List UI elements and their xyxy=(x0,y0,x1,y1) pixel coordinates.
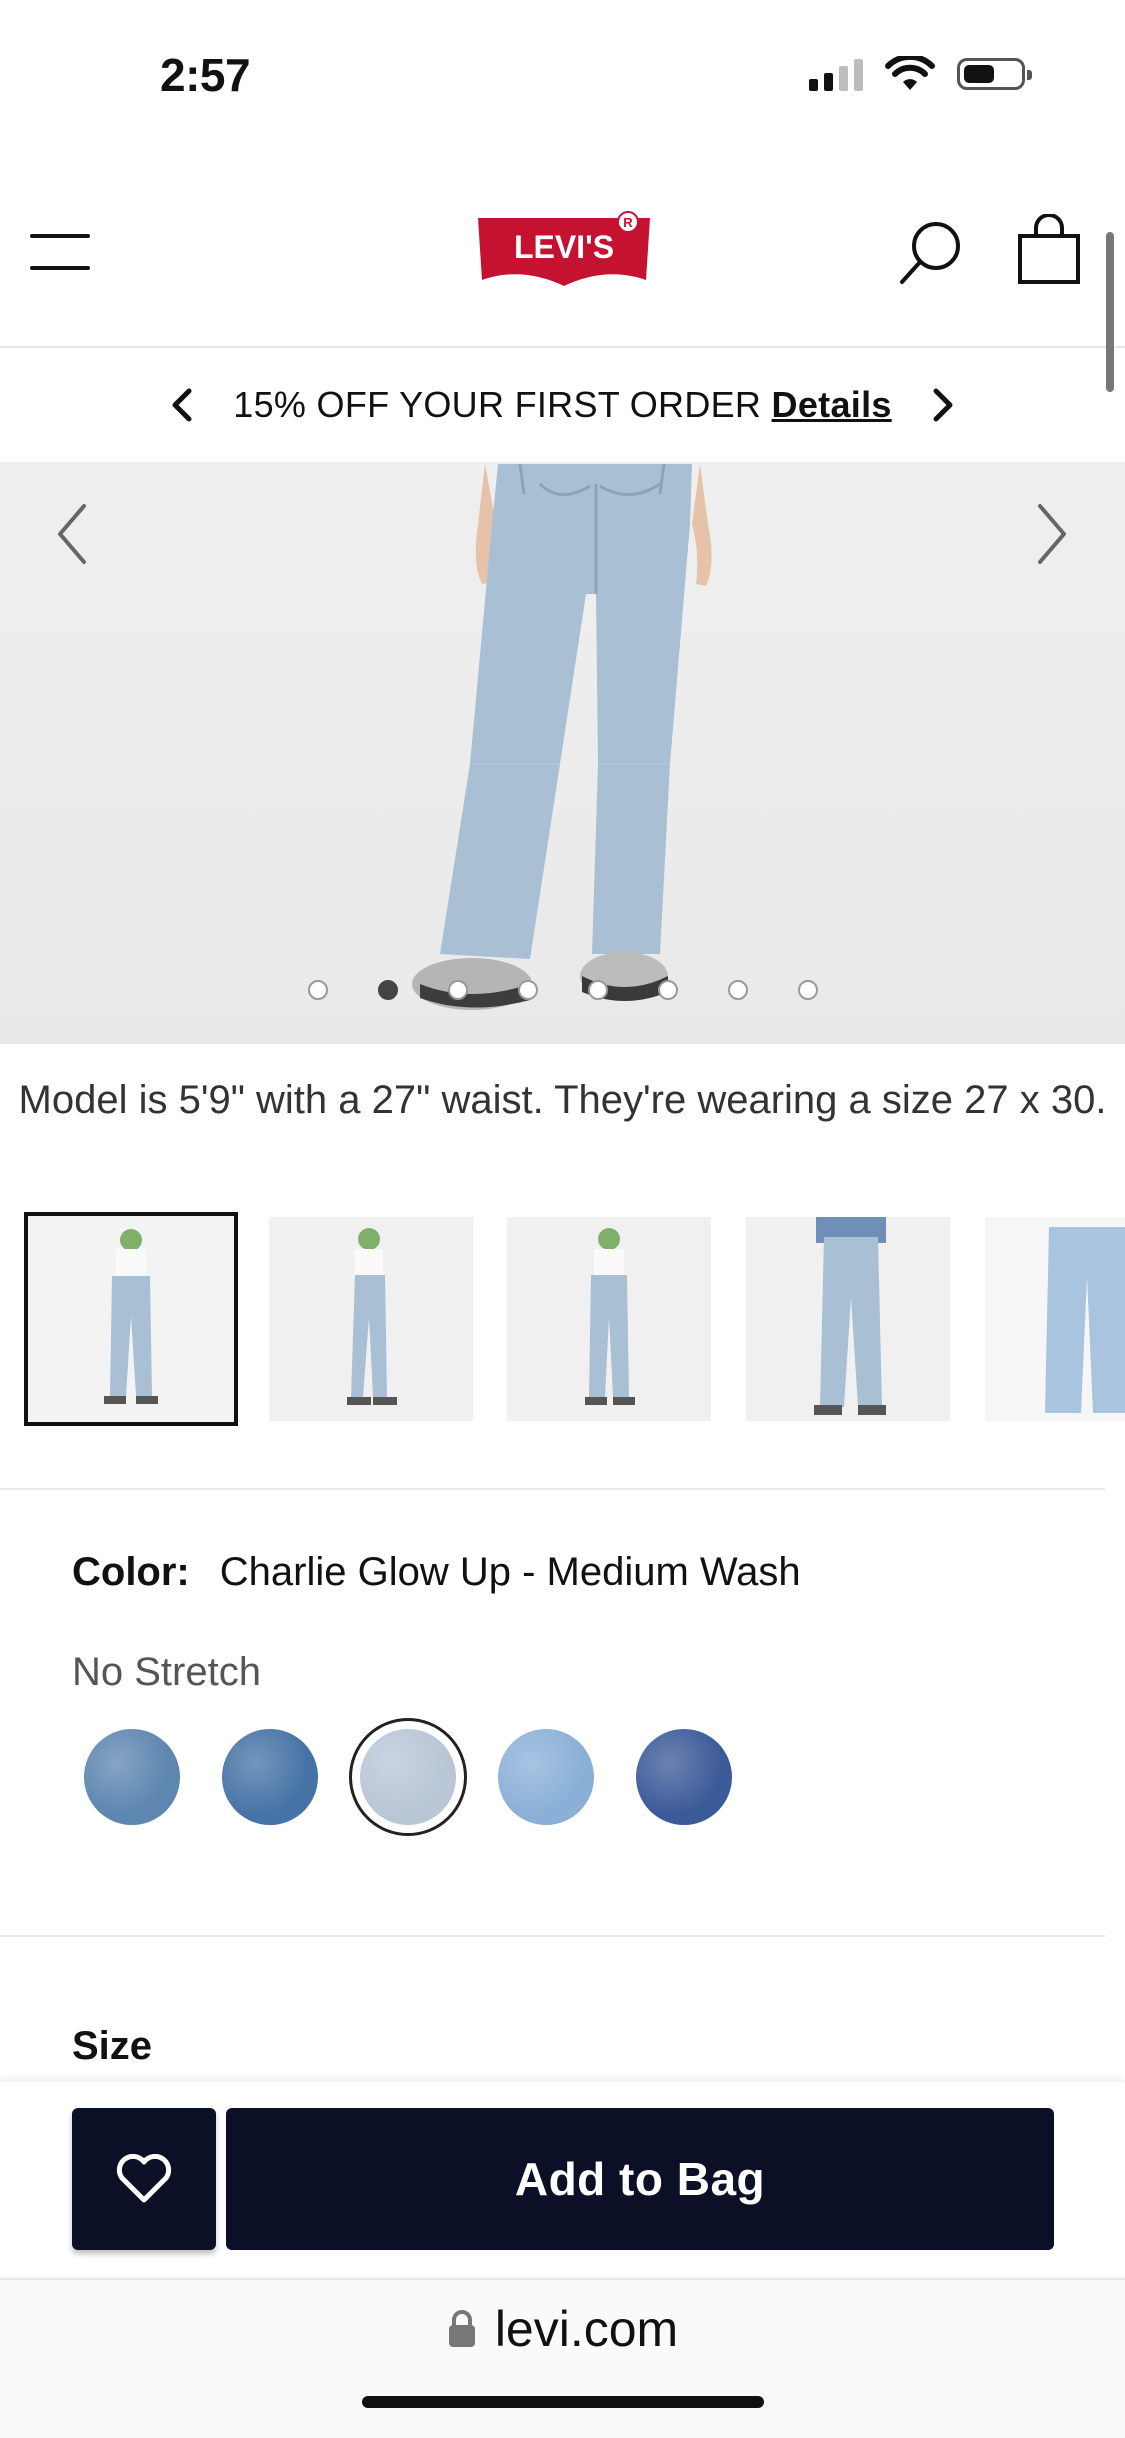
color-swatch[interactable] xyxy=(636,1729,732,1825)
thumbnail-strip[interactable] xyxy=(24,1212,1125,1426)
color-swatches xyxy=(84,1718,784,1836)
gallery-prev-icon[interactable] xyxy=(42,494,102,574)
gallery-dot[interactable] xyxy=(517,980,538,1000)
wifi-icon xyxy=(885,56,935,90)
model-size-caption: Model is 5'9" with a 27" waist. They're … xyxy=(18,1078,1107,1122)
gallery-dot[interactable] xyxy=(657,980,678,1000)
heart-icon xyxy=(116,2154,172,2203)
thumbnail-4[interactable] xyxy=(746,1217,950,1421)
gallery-dot[interactable] xyxy=(727,980,748,1000)
thumbnail-1[interactable] xyxy=(24,1212,238,1426)
search-icon[interactable] xyxy=(896,218,966,288)
jeans-model-illustration xyxy=(412,464,712,1010)
color-swatch[interactable] xyxy=(498,1729,594,1825)
section-divider xyxy=(0,1935,1105,1937)
gallery-pagination xyxy=(0,980,1125,1000)
color-selector-label: Color: Charlie Glow Up - Medium Wash xyxy=(72,1550,801,1594)
hamburger-menu-icon[interactable] xyxy=(30,232,90,272)
thumbnail-5[interactable] xyxy=(985,1217,1125,1421)
chevron-right-icon[interactable] xyxy=(922,385,962,425)
url-text: levi.com xyxy=(494,2301,679,2357)
status-icons xyxy=(809,56,1032,92)
thumbnail-2[interactable] xyxy=(269,1217,473,1421)
gallery-dot[interactable] xyxy=(797,980,818,1000)
wishlist-button[interactable] xyxy=(72,2108,216,2250)
color-swatch[interactable] xyxy=(222,1729,318,1825)
gallery-dot[interactable] xyxy=(587,980,608,1000)
color-value: Charlie Glow Up - Medium Wash xyxy=(219,1550,801,1594)
battery-icon xyxy=(957,58,1032,90)
levis-logo[interactable]: LEVI'S R xyxy=(476,208,652,288)
svg-text:R: R xyxy=(623,215,633,230)
gallery-next-icon[interactable] xyxy=(1022,494,1082,574)
thumbnail-3[interactable] xyxy=(507,1217,711,1421)
color-swatch[interactable] xyxy=(84,1729,180,1825)
status-time: 2:57 xyxy=(160,49,251,101)
chevron-left-icon[interactable] xyxy=(163,385,203,425)
gallery-dot[interactable] xyxy=(377,980,398,1000)
shopping-bag-icon[interactable] xyxy=(1016,214,1082,286)
stretch-label: No Stretch xyxy=(72,1650,261,1694)
home-indicator[interactable] xyxy=(362,2396,764,2408)
svg-text:LEVI'S: LEVI'S xyxy=(514,229,614,265)
gallery-dot[interactable] xyxy=(307,980,328,1000)
section-divider xyxy=(0,1488,1105,1490)
url-display[interactable]: levi.com xyxy=(0,2300,1125,2358)
signal-icon xyxy=(809,57,863,91)
lock-icon xyxy=(448,2310,475,2347)
size-label: Size xyxy=(72,2024,153,2068)
product-hero-image[interactable] xyxy=(0,464,1125,1044)
promo-banner: 15% OFF YOUR FIRST ORDER Details xyxy=(0,348,1125,464)
promo-details-link[interactable]: Details xyxy=(772,384,892,425)
add-to-bag-button[interactable]: Add to Bag xyxy=(226,2108,1054,2250)
promo-text: 15% OFF YOUR FIRST ORDER Details xyxy=(233,384,892,425)
color-swatch[interactable] xyxy=(360,1729,456,1825)
gallery-dot[interactable] xyxy=(447,980,468,1000)
